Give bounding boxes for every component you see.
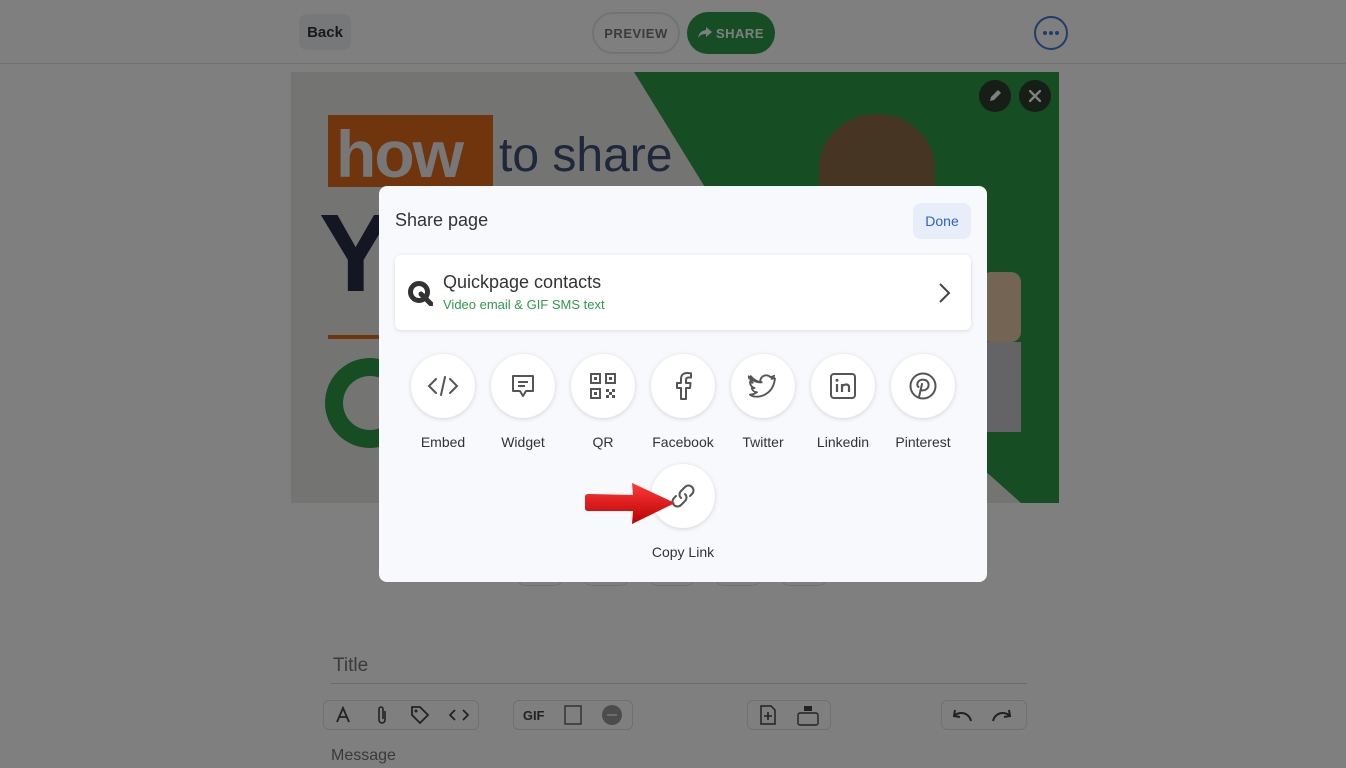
modal-title: Share page (395, 210, 489, 230)
facebook-icon (676, 372, 692, 400)
share-option-label: Twitter (742, 434, 784, 450)
share-option-facebook[interactable]: Facebook (643, 354, 723, 450)
qr-code-icon (590, 373, 616, 399)
quickpage-subtitle: Video email & GIF SMS text (443, 297, 605, 312)
quickpage-title: Quickpage contacts (443, 272, 602, 292)
quickpage-contacts-card[interactable]: Quickpage contacts Video email & GIF SMS… (395, 255, 971, 330)
share-option-pinterest[interactable]: Pinterest (883, 354, 963, 450)
share-option-label: QR (592, 434, 614, 450)
share-option-label: Pinterest (895, 434, 951, 450)
quickpage-logo-icon (408, 281, 433, 306)
share-option-embed[interactable]: Embed (403, 354, 483, 450)
embed-button[interactable] (411, 354, 475, 418)
share-option-label: Linkedin (816, 434, 870, 450)
share-page-modal: Share page Done Quickpage contacts Video… (379, 186, 987, 582)
pinterest-icon (909, 372, 937, 400)
share-option-qr[interactable]: QR (563, 354, 643, 450)
twitter-button[interactable] (731, 354, 795, 418)
share-option-twitter[interactable]: Twitter (723, 354, 803, 450)
share-option-linkedin[interactable]: Linkedin (803, 354, 883, 450)
qr-button[interactable] (571, 354, 635, 418)
share-option-label: Copy Link (651, 544, 715, 560)
done-button[interactable]: Done (913, 203, 971, 239)
widget-button[interactable] (491, 354, 555, 418)
chevron-right-icon (939, 283, 951, 303)
linkedin-button[interactable] (811, 354, 875, 418)
code-icon (427, 376, 459, 396)
linkedin-icon (830, 373, 856, 399)
red-arrow-pointer-icon (585, 483, 675, 524)
facebook-button[interactable] (651, 354, 715, 418)
share-option-label: Facebook (652, 434, 714, 450)
share-option-widget[interactable]: Widget (483, 354, 563, 450)
share-option-label: Embed (420, 434, 466, 450)
twitter-icon (748, 374, 776, 398)
chat-bubble-icon (512, 375, 534, 397)
share-option-label: Widget (501, 434, 545, 450)
pinterest-button[interactable] (891, 354, 955, 418)
